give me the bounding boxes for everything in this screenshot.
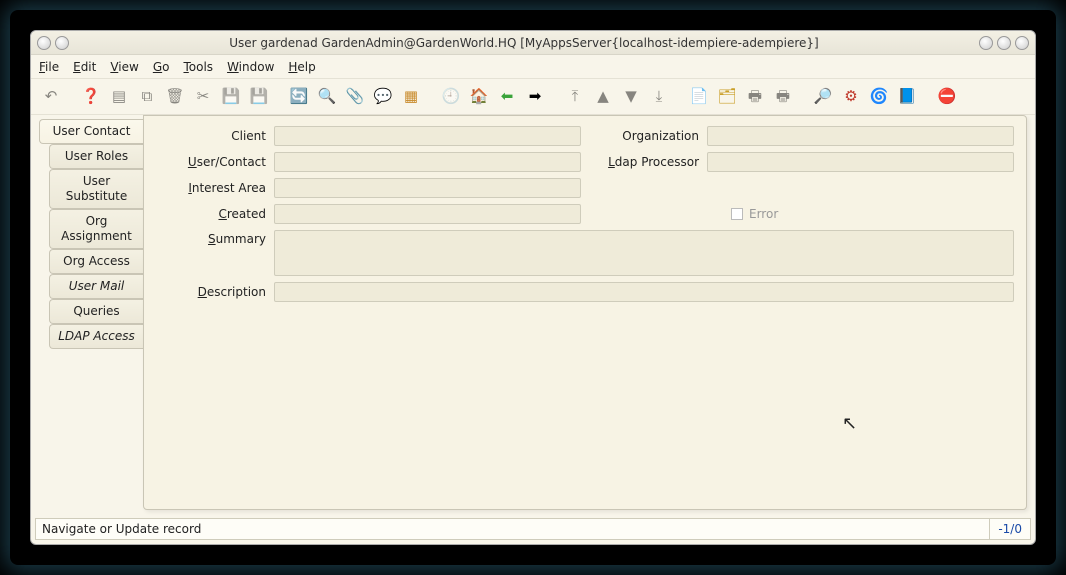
titlebar: User gardenad GardenAdmin@GardenWorld.HQ… <box>31 31 1035 55</box>
home-icon[interactable]: 🏠 <box>467 85 491 109</box>
textarea-summary[interactable] <box>274 230 1014 276</box>
statusbar: Navigate or Update record -1/0 <box>35 518 1031 540</box>
input-description[interactable] <box>274 282 1014 302</box>
save-icon: 💾 <box>219 85 243 109</box>
menu-go[interactable]: Go <box>153 60 170 74</box>
history-icon: 🕘 <box>439 85 463 109</box>
label-ldap-processor: Ldap Processor <box>589 155 699 169</box>
menu-file[interactable]: File <box>39 60 59 74</box>
checkbox-error[interactable] <box>731 208 743 220</box>
toolbar: ↶❓▤⧉🗑✂💾💾🔄🔍📎💬▦🕘🏠⬅➡⤒▲▼⤓📄🗂🖶🖶🔎⚙🌀📘⛔ <box>31 79 1035 115</box>
refresh-icon[interactable]: 🔄 <box>287 85 311 109</box>
tab-user-roles[interactable]: User Roles <box>49 144 143 169</box>
last-icon: ⤓ <box>647 85 671 109</box>
archive-icon[interactable]: 🗂 <box>715 85 739 109</box>
menubar: File Edit View Go Tools Window Help <box>31 55 1035 79</box>
first-icon: ⤒ <box>563 85 587 109</box>
window-menu-icon[interactable] <box>37 36 51 50</box>
input-interest-area[interactable] <box>274 178 581 198</box>
delete-icon: 🗑 <box>163 85 187 109</box>
menu-window[interactable]: Window <box>227 60 274 74</box>
workflow-icon[interactable]: 🌀 <box>867 85 891 109</box>
input-user-contact[interactable] <box>274 152 581 172</box>
tab-org-assignment[interactable]: Org Assignment <box>49 209 143 249</box>
back-icon[interactable]: ⬅ <box>495 85 519 109</box>
tab-ldap-access[interactable]: LDAP Access <box>49 324 143 349</box>
save-new-icon: 💾 <box>247 85 271 109</box>
next-icon: ▼ <box>619 85 643 109</box>
forward-icon[interactable]: ➡ <box>523 85 547 109</box>
window-shade-icon[interactable] <box>55 36 69 50</box>
label-summary: Summary <box>156 230 266 246</box>
status-message: Navigate or Update record <box>36 522 989 536</box>
report-icon[interactable]: 📄 <box>687 85 711 109</box>
input-client[interactable] <box>274 126 581 146</box>
label-interest-area: Interest Area <box>156 181 266 195</box>
menu-help[interactable]: Help <box>288 60 315 74</box>
minimize-icon[interactable] <box>979 36 993 50</box>
prev-icon: ▲ <box>591 85 615 109</box>
label-description: Description <box>156 285 266 299</box>
help-icon[interactable]: ❓ <box>79 85 103 109</box>
label-client: Client <box>156 129 266 143</box>
record-count: -1/0 <box>989 519 1030 539</box>
find-icon[interactable]: 🔍 <box>315 85 339 109</box>
tab-queries[interactable]: Queries <box>49 299 143 324</box>
input-ldap-processor[interactable] <box>707 152 1014 172</box>
tab-user-contact[interactable]: User Contact <box>39 119 143 144</box>
tab-strip: User ContactUser RolesUser SubstituteOrg… <box>39 115 143 510</box>
label-error: Error <box>749 207 778 221</box>
tab-user-mail[interactable]: User Mail <box>49 274 143 299</box>
product-icon[interactable]: 📘 <box>895 85 919 109</box>
input-organization[interactable] <box>707 126 1014 146</box>
label-user-contact: User/Contact <box>156 155 266 169</box>
grid-icon[interactable]: ▦ <box>399 85 423 109</box>
menu-view[interactable]: View <box>110 60 138 74</box>
new-icon: ▤ <box>107 85 131 109</box>
input-created[interactable] <box>274 204 581 224</box>
window-close-icon[interactable] <box>1015 36 1029 50</box>
app-window: User gardenad GardenAdmin@GardenWorld.HQ… <box>30 30 1036 545</box>
close-icon[interactable]: ⛔ <box>935 85 959 109</box>
zoom-icon[interactable]: 🔎 <box>811 85 835 109</box>
label-organization: Organization <box>589 129 699 143</box>
attach-icon[interactable]: 📎 <box>343 85 367 109</box>
menu-tools[interactable]: Tools <box>183 60 213 74</box>
print-prev-icon: 🖶 <box>743 85 767 109</box>
tab-org-access[interactable]: Org Access <box>49 249 143 274</box>
delete-sel-icon: ✂ <box>191 85 215 109</box>
label-created: Created <box>156 207 266 221</box>
tab-user-substitute[interactable]: User Substitute <box>49 169 143 209</box>
window-title: User gardenad GardenAdmin@GardenWorld.HQ… <box>69 36 979 50</box>
menu-edit[interactable]: Edit <box>73 60 96 74</box>
undo-icon: ↶ <box>39 85 63 109</box>
copy-icon: ⧉ <box>135 85 159 109</box>
maximize-icon[interactable] <box>997 36 1011 50</box>
process-icon[interactable]: ⚙ <box>839 85 863 109</box>
chat-icon[interactable]: 💬 <box>371 85 395 109</box>
print-icon: 🖶 <box>771 85 795 109</box>
form-panel: Client Organization User/Contact Ldap Pr… <box>143 115 1027 510</box>
